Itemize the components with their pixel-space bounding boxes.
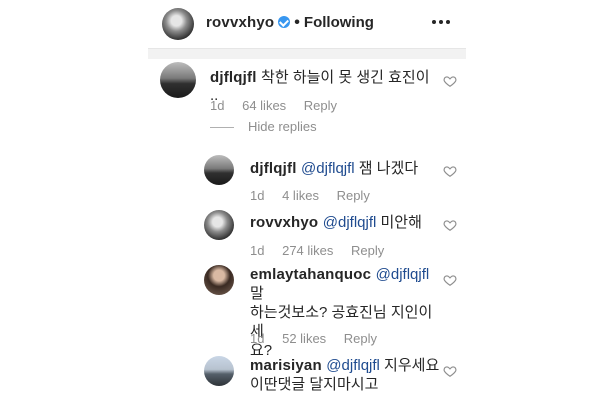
reply-likes[interactable]: 52 likes [282,331,326,346]
reply-body: marisiyan @djflqjfl 지우세요 이딴댓글 달지마시고 [250,356,442,394]
reply-avatar[interactable] [204,356,234,386]
reply-mention[interactable]: @djflqjfl [376,266,430,283]
reply-body: rovvxhyo @djflqjfl 미안해 [250,211,440,232]
reply-meta: 1d 52 likes Reply [250,331,391,346]
reply-mention[interactable]: @djflqjfl [301,160,355,177]
reply-time: 1d [250,188,265,203]
comment-likes[interactable]: 64 likes [242,98,286,113]
comment-time: 1d [210,98,225,113]
reply-avatar[interactable] [204,265,234,295]
heart-outline-icon[interactable] [443,164,457,178]
heart-outline-icon[interactable] [443,273,457,287]
comment-username[interactable]: djflqjfl [210,69,257,86]
comment-reply-button[interactable]: Reply [304,98,337,113]
reply-username[interactable]: djflqjfl [250,160,297,177]
post-header: rovvxhyo • Following [162,4,462,44]
heart-outline-icon[interactable] [443,218,457,232]
reply-text: 이딴댓글 달지마시고 [250,376,379,393]
comment-meta: 1d 64 likes Reply [210,98,351,113]
header-avatar[interactable] [162,8,194,40]
reply-body: djflqjfl @djflqjfl 잼 나겠다 [250,157,440,178]
reply-time: 1d [250,243,265,258]
header-divider [148,48,466,59]
verified-badge-icon [278,16,291,28]
reply-mention[interactable]: @djflqjfl [326,357,380,374]
reply-text: 말 [250,285,264,302]
reply-reply-button[interactable]: Reply [351,243,384,258]
reply-avatar[interactable] [204,155,234,185]
hide-replies-button[interactable]: Hide replies [248,119,317,134]
reply-mention[interactable]: @djflqjfl [323,214,377,231]
reply-time: 1d [250,331,265,346]
reply-text: 잼 나겠다 [354,160,419,177]
reply-username[interactable]: rovvxhyo [250,214,318,231]
reply-meta: 1d 4 likes Reply [250,188,384,203]
more-horizontal-icon[interactable] [432,12,456,32]
hide-replies-line [210,127,234,128]
reply-text: 지우세요 [379,357,440,374]
following-button[interactable]: Following [304,14,374,31]
header-username[interactable]: rovvxhyo [206,14,274,31]
reply-likes[interactable]: 274 likes [282,243,333,258]
comment-avatar[interactable] [160,62,196,98]
reply-username[interactable]: marisiyan [250,357,322,374]
reply-username[interactable]: emlaytahanquoc [250,266,371,283]
header-separator: • [294,14,300,31]
reply-reply-button[interactable]: Reply [337,188,370,203]
heart-outline-icon[interactable] [443,74,457,88]
heart-outline-icon[interactable] [443,364,457,378]
reply-meta: 1d 274 likes Reply [250,243,398,258]
reply-likes[interactable]: 4 likes [282,188,319,203]
reply-avatar[interactable] [204,210,234,240]
reply-text: 미안해 [376,214,422,231]
reply-reply-button[interactable]: Reply [344,331,377,346]
